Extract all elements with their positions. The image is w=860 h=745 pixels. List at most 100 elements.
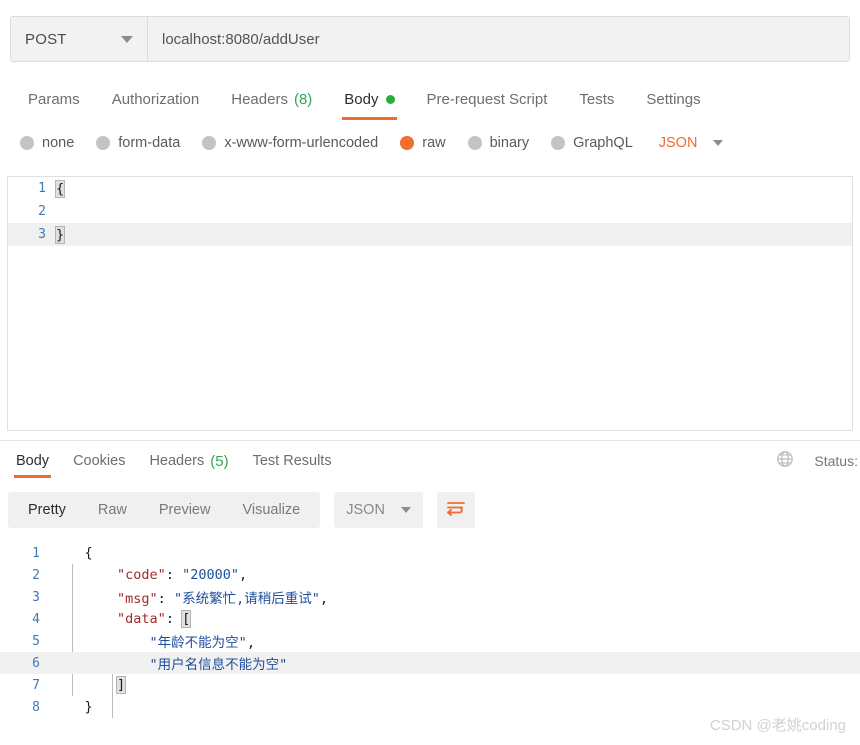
body-type-radio-label: GraphQL: [573, 135, 633, 151]
raw-format-select[interactable]: JSON: [659, 135, 724, 151]
request-tab-count-badge: (8): [293, 90, 313, 108]
http-method-label: POST: [25, 30, 67, 48]
http-method-select[interactable]: POST: [11, 17, 148, 61]
line-number: 2: [38, 204, 46, 219]
line-number: 8: [32, 699, 40, 715]
body-type-radio-none[interactable]: none: [20, 135, 74, 151]
body-type-radio-binary[interactable]: binary: [467, 135, 530, 151]
request-tab-label: Tests: [579, 90, 615, 108]
response-tab-label: Body: [16, 453, 50, 469]
code-token: "msg": [117, 591, 158, 607]
request-tab-pre-request-script[interactable]: Pre-request Script: [411, 78, 564, 120]
response-tab-cookies[interactable]: Cookies: [61, 444, 137, 478]
request-tab-tests[interactable]: Tests: [563, 78, 630, 120]
url-input[interactable]: localhost:8080/addUser: [148, 17, 849, 61]
body-type-radio-form-data[interactable]: form-data: [96, 135, 180, 151]
response-code-line: 4 "data": [: [0, 608, 860, 630]
request-code-text: {: [54, 179, 66, 198]
wrap-text-button[interactable]: [436, 492, 475, 528]
request-tab-params[interactable]: Params: [12, 78, 96, 120]
response-tab-body[interactable]: Body: [4, 444, 61, 478]
request-tab-label: Pre-request Script: [426, 90, 548, 108]
code-token: "系统繁忙,请稍后重试": [173, 591, 320, 607]
response-tab-headers[interactable]: Headers (5): [137, 444, 240, 478]
status-label: Status:: [814, 453, 858, 469]
response-code-text: ]: [52, 676, 127, 694]
line-number: 5: [32, 633, 40, 649]
code-token: ,: [246, 635, 255, 651]
response-code-text: }: [52, 699, 93, 715]
response-code-line: 3 "msg": "系统繁忙,请稍后重试",: [0, 586, 860, 608]
code-token: ,: [319, 591, 328, 607]
body-present-dot-icon: [385, 94, 395, 104]
body-type-radio-raw[interactable]: raw: [400, 135, 446, 151]
request-tab-settings[interactable]: Settings: [630, 78, 716, 120]
response-meta: Status:: [776, 444, 860, 478]
code-token: }: [84, 699, 93, 715]
response-view-preview[interactable]: Preview: [143, 492, 227, 528]
response-code-line: 6 "用户名信息不能为空": [0, 652, 860, 674]
request-tab-label: Settings: [646, 90, 701, 108]
radio-dot-icon: [202, 136, 217, 150]
response-code-line: 1 {: [0, 542, 860, 564]
request-tabs: Params Authorization Headers (8) Body Pre-req…: [0, 78, 860, 120]
response-code-line: 7 ]: [0, 674, 860, 696]
wrap-text-icon: [446, 500, 466, 521]
response-view-pretty[interactable]: Pretty: [12, 492, 82, 528]
line-number: 4: [32, 611, 40, 627]
line-number: 6: [32, 655, 40, 671]
chevron-down-icon: [713, 140, 724, 146]
body-type-radio-label: binary: [489, 135, 530, 151]
body-type-radio-label: none: [42, 135, 75, 151]
response-tabs: Body Cookies Headers (5) Test Results: [0, 444, 860, 482]
request-tab-authorization[interactable]: Authorization: [96, 78, 216, 120]
request-code-line: 2: [8, 200, 852, 223]
code-token: :: [165, 611, 183, 627]
body-type-radio-group: none form-data x-www-form-urlencoded raw bin…: [0, 126, 860, 160]
code-token: ]: [116, 676, 127, 694]
response-code-line: 5 "年龄不能为空",: [0, 630, 860, 652]
request-tab-label: Params: [28, 90, 80, 108]
line-number: 7: [32, 677, 40, 693]
request-tab-body[interactable]: Body: [328, 78, 410, 120]
response-code-text: "msg": "系统繁忙,请稍后重试",: [52, 587, 328, 607]
request-tab-headers[interactable]: Headers (8): [215, 78, 328, 120]
code-token: :: [157, 591, 174, 607]
request-tab-label: Body: [344, 90, 379, 108]
response-tab-test-results[interactable]: Test Results: [241, 444, 344, 478]
request-code-line: 3}: [8, 223, 852, 246]
chevron-down-icon: [400, 507, 411, 513]
line-number: 1: [32, 545, 40, 561]
line-number: 3: [38, 227, 46, 242]
body-type-radio-label: form-data: [118, 135, 181, 151]
response-body-viewer[interactable]: 1 {2 "code": "20000", 3 "msg": "系统繁忙,请稍后重…: [0, 542, 860, 727]
response-format-select[interactable]: JSON: [334, 492, 423, 528]
response-tab-label: Test Results: [252, 453, 332, 469]
code-token: "code": [117, 567, 166, 583]
line-number: 1: [38, 181, 46, 196]
radio-dot-icon: [551, 136, 566, 150]
request-tab-label: Headers: [231, 90, 288, 108]
response-view-visualize[interactable]: Visualize: [226, 492, 316, 528]
radio-dot-icon: [96, 136, 111, 150]
body-type-radio-graphql[interactable]: GraphQL: [551, 135, 633, 151]
request-url-bar: POST localhost:8080/addUser: [10, 16, 850, 62]
raw-format-label: JSON: [658, 135, 698, 151]
radio-dot-icon: [20, 136, 34, 150]
code-token: {: [84, 545, 93, 561]
response-view-raw[interactable]: Raw: [82, 492, 143, 528]
body-type-radio-x-www-form-urlencoded[interactable]: x-www-form-urlencoded: [202, 135, 378, 151]
line-number: 3: [32, 589, 40, 605]
request-code-line: 1{: [8, 177, 852, 200]
response-code-text: "code": "20000",: [52, 567, 247, 583]
code-token: [: [181, 610, 192, 628]
chevron-down-icon: [121, 36, 133, 43]
request-body-editor[interactable]: 1{2 3}: [7, 176, 853, 431]
globe-icon[interactable]: [776, 450, 794, 473]
body-type-radio-label: raw: [422, 135, 446, 151]
line-number: 2: [32, 567, 40, 583]
